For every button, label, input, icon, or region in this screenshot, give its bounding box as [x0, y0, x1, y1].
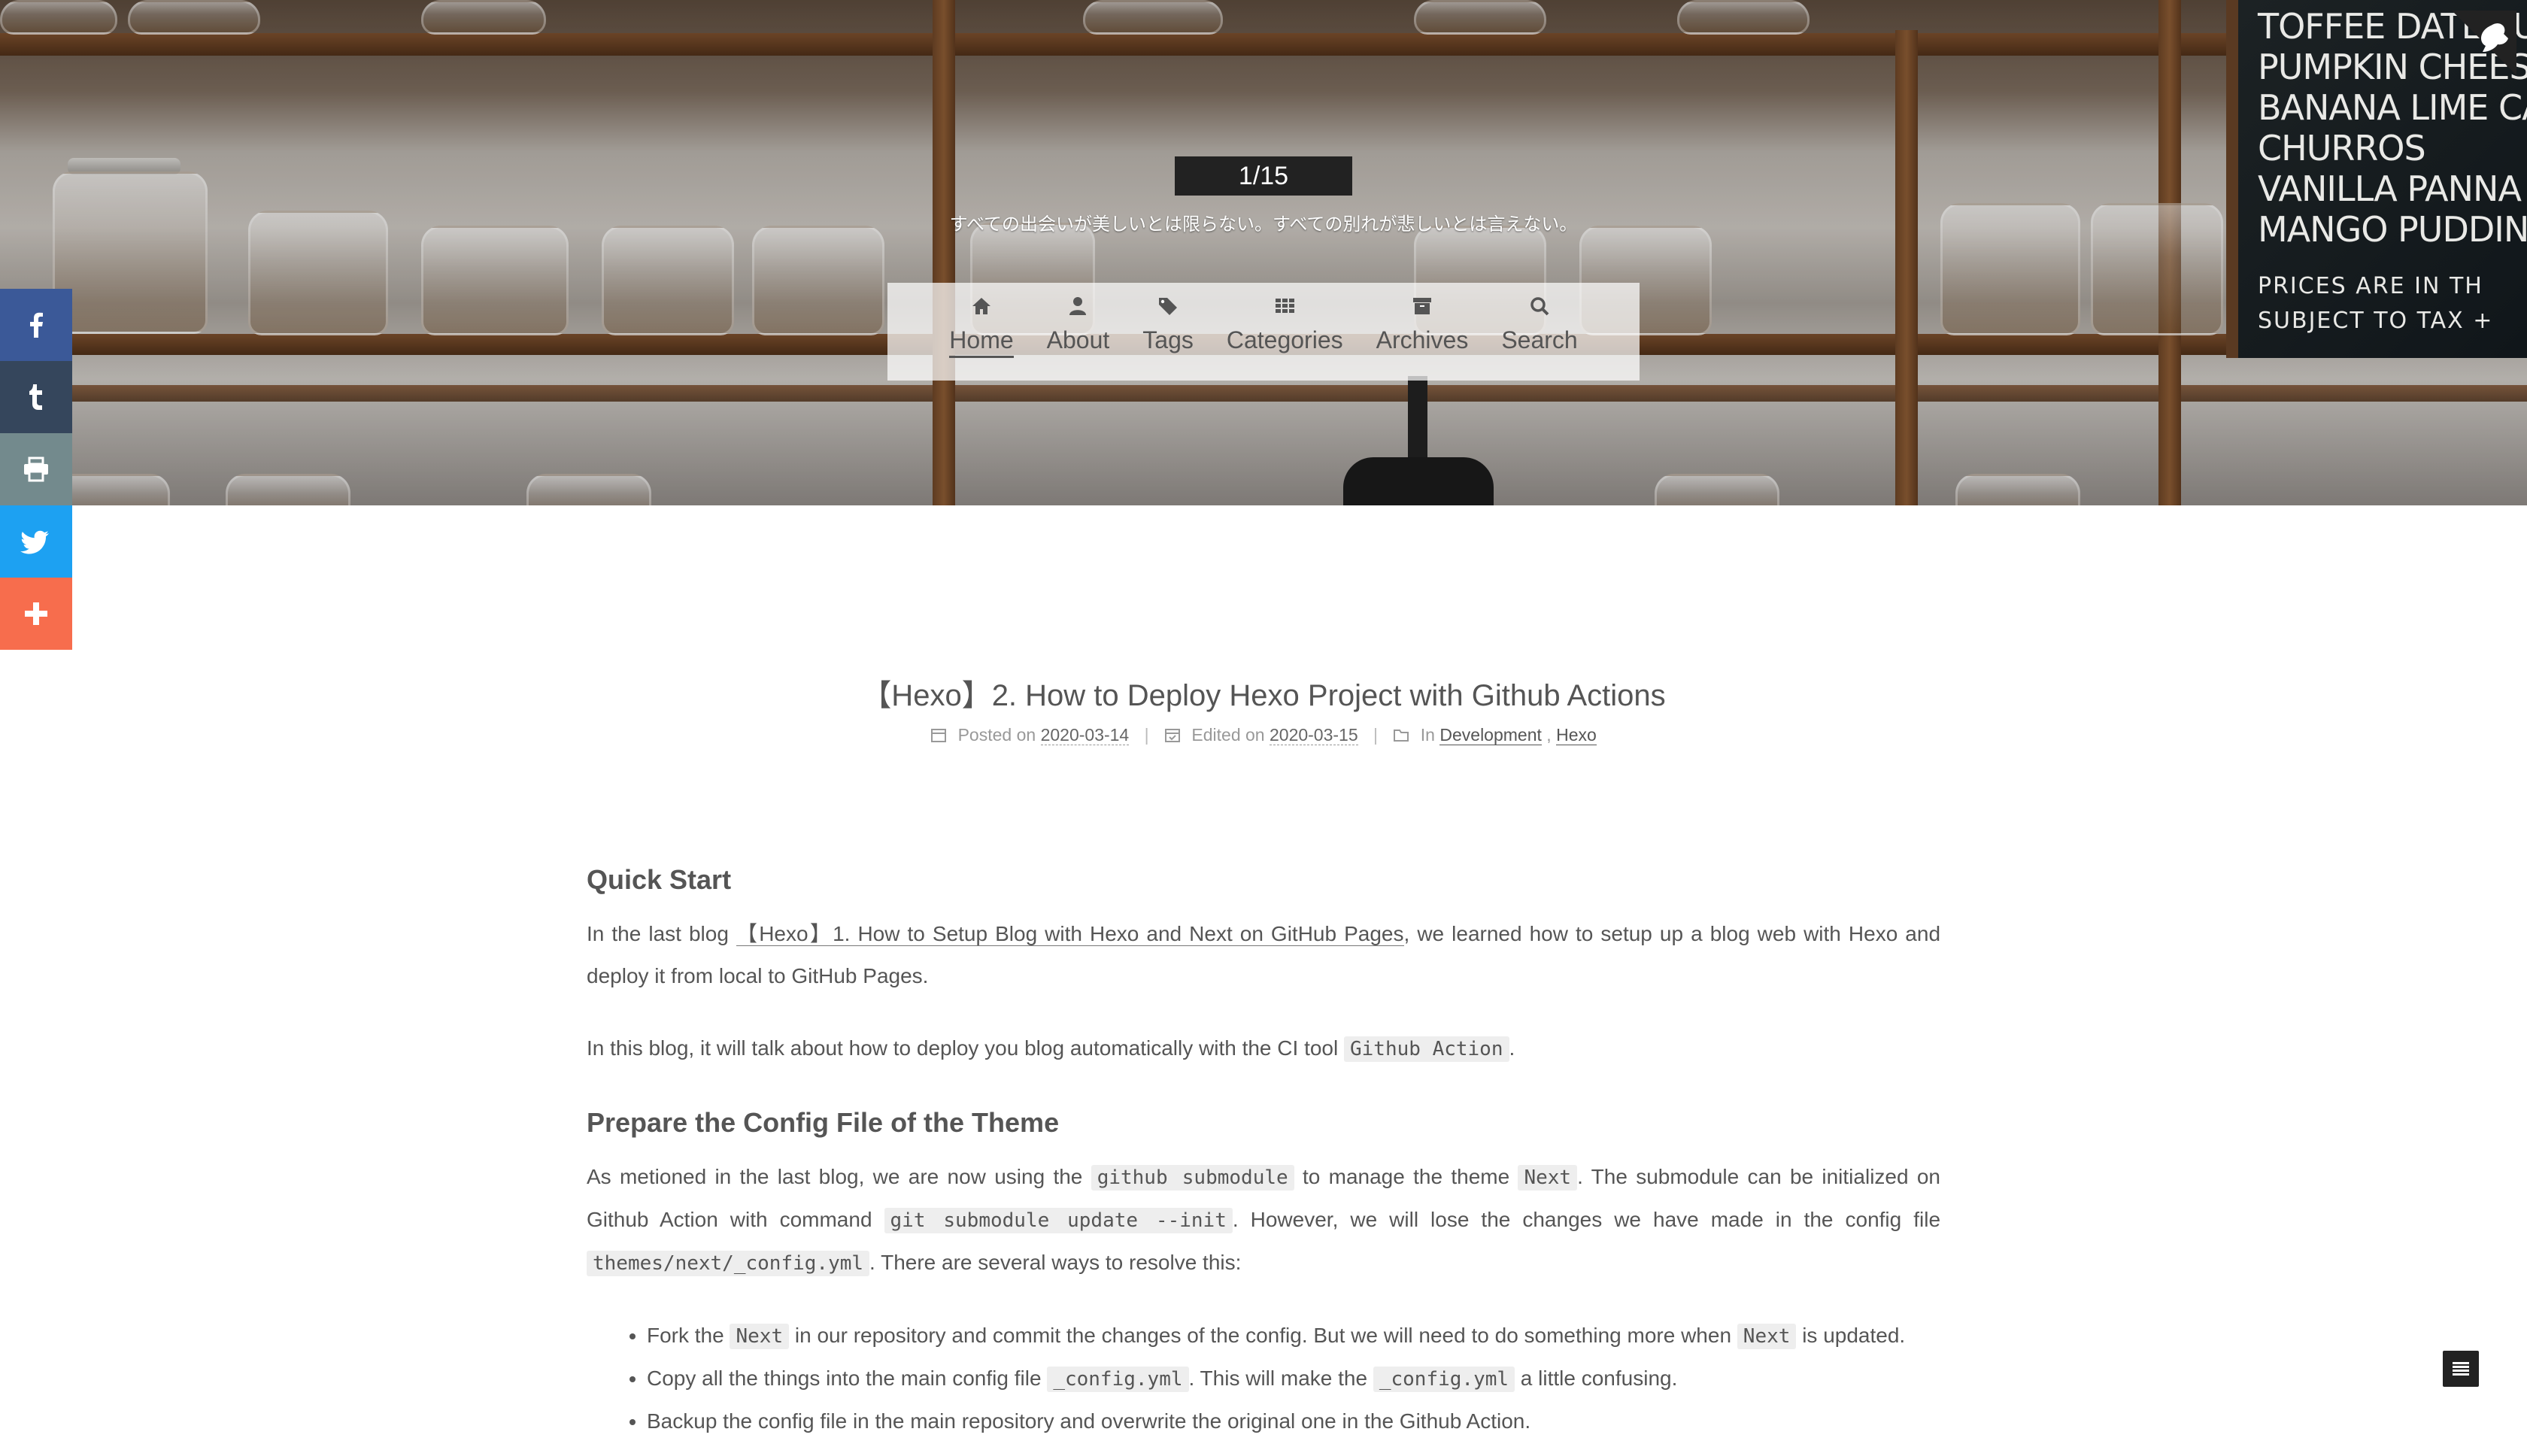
text: in our repository and commit the changes…: [789, 1324, 1737, 1347]
user-icon: [1069, 297, 1087, 315]
chalkboard-line: VANILLA PANNA CO: [2258, 168, 2527, 209]
options-list: Fork the Next in our repository and comm…: [587, 1315, 1940, 1442]
list-item: Copy all the things into the main config…: [647, 1357, 1940, 1400]
text: . There are several ways to resolve this…: [869, 1251, 1242, 1274]
menu-label: Home: [949, 326, 1014, 358]
share-twitter-button[interactable]: [0, 505, 72, 578]
previous-post-link[interactable]: 【Hexo】1. How to Setup Blog with Hexo and…: [736, 922, 1404, 946]
menu-item-tags[interactable]: Tags: [1126, 283, 1210, 381]
text: Copy all the things into the main config…: [647, 1367, 1048, 1390]
inline-code: Github Action: [1344, 1036, 1509, 1062]
paragraph: As metioned in the last blog, we are now…: [587, 1156, 1940, 1285]
inline-code: themes/next/_config.yml: [587, 1251, 870, 1276]
text: In the last blog: [587, 922, 736, 945]
chalkboard-line: BANANA LIME CAKE: [2258, 87, 2527, 128]
post-body: Quick Start In the last blog 【Hexo】1. Ho…: [587, 857, 1940, 1442]
paragraph: In this blog, it will talk about how to …: [587, 1027, 1940, 1070]
text: is updated.: [1796, 1324, 1906, 1347]
post-counter: 1/15: [1175, 156, 1352, 196]
text: As metioned in the last blog, we are now…: [587, 1165, 1091, 1188]
inline-code: _config.yml: [1047, 1367, 1189, 1392]
category-separator: ,: [1546, 725, 1557, 745]
edited-label: Edited on: [1191, 725, 1265, 745]
text: . However, we will lose the changes we h…: [1232, 1208, 1941, 1231]
menu-item-categories[interactable]: Categories: [1210, 283, 1360, 381]
share-tumblr-button[interactable]: [0, 361, 72, 433]
header-banner: TOFFEE DATE PUD PUMPKIN CHEESE BANANA LI…: [0, 0, 2527, 505]
meta-separator: |: [1373, 725, 1379, 745]
chalkboard-line: SUBJECT TO TAX +: [2258, 308, 2494, 334]
plus-icon: [25, 602, 47, 625]
menu-label: About: [1046, 326, 1110, 353]
meta-separator: |: [1144, 725, 1149, 745]
text: Backup the config file in the main repos…: [647, 1409, 1531, 1433]
print-icon: [24, 457, 48, 482]
menu-item-archives[interactable]: Archives: [1360, 283, 1485, 381]
in-label: In: [1420, 725, 1435, 745]
menu-label: Search: [1501, 326, 1578, 353]
heading-quick-start: Quick Start: [587, 864, 732, 895]
inline-code: Next: [730, 1324, 790, 1349]
inline-code: github submodule: [1091, 1165, 1294, 1191]
text: . This will make the: [1188, 1367, 1373, 1390]
menu-label: Tags: [1142, 326, 1194, 353]
chalkboard-line: CHURROS: [2258, 128, 2426, 168]
list-item: Fork the Next in our repository and comm…: [647, 1315, 1940, 1357]
menu-item-search[interactable]: Search: [1485, 283, 1594, 381]
posted-label: Posted on: [957, 725, 1036, 745]
post-meta: Posted on 2020-03-14 | Edited on 2020-03…: [0, 725, 2527, 745]
calendar-icon: [931, 729, 947, 742]
grid-icon: [1276, 299, 1295, 313]
post-title: 【Hexo】2. How to Deploy Hexo Project with…: [861, 679, 1666, 712]
menu-icon: [2453, 1362, 2469, 1376]
archive-icon: [1412, 298, 1431, 314]
chalkboard-line: PRICES ARE IN TH: [2258, 273, 2483, 299]
inline-code: _config.yml: [1373, 1367, 1515, 1392]
menu-item-home[interactable]: Home: [933, 283, 1030, 381]
inline-code: git submodule update --init: [884, 1208, 1233, 1233]
facebook-icon: [30, 312, 43, 338]
menu-item-about[interactable]: About: [1030, 283, 1127, 381]
category-link[interactable]: Development: [1439, 725, 1542, 745]
share-facebook-button[interactable]: [0, 289, 72, 361]
posted-date: 2020-03-14: [1040, 725, 1130, 745]
category-link[interactable]: Hexo: [1556, 725, 1597, 745]
sidebar-toggle-button[interactable]: [2443, 1351, 2479, 1387]
search-icon: [1530, 297, 1549, 316]
main-menu: Home About Tags Categories Archives Sear…: [887, 283, 1640, 381]
folder-icon: [1394, 730, 1409, 742]
share-more-button[interactable]: [0, 578, 72, 650]
text: Fork the: [647, 1324, 730, 1347]
edited-date: 2020-03-15: [1269, 725, 1358, 745]
share-bar: [0, 289, 72, 650]
banner-shade: [0, 0, 2527, 505]
list-item: Backup the config file in the main repos…: [647, 1400, 1940, 1442]
calendar-check-icon: [1165, 729, 1180, 742]
menu-label: Categories: [1226, 326, 1343, 353]
github-corner-icon[interactable]: [2452, 11, 2516, 75]
print-button[interactable]: [0, 433, 72, 505]
tags-icon: [1159, 298, 1178, 315]
menu-label: Archives: [1376, 326, 1469, 353]
heading-prepare-config: Prepare the Config File of the Theme: [587, 1107, 1060, 1138]
paragraph: In the last blog 【Hexo】1. How to Setup B…: [587, 913, 1940, 997]
inline-code: Next: [1737, 1324, 1797, 1349]
tumblr-icon: [29, 384, 42, 410]
text: In this blog, it will talk about how to …: [587, 1036, 1344, 1060]
text: .: [1509, 1036, 1515, 1060]
home-icon: [972, 298, 990, 314]
inline-code: Next: [1518, 1165, 1578, 1191]
twitter-icon: [20, 530, 49, 554]
text: to manage the theme: [1294, 1165, 1518, 1188]
site-subtitle: すべての出会いが美しいとは限らない。すべての別れが悲しいとは言えない。: [949, 214, 1578, 235]
text: a little confusing.: [1515, 1367, 1678, 1390]
